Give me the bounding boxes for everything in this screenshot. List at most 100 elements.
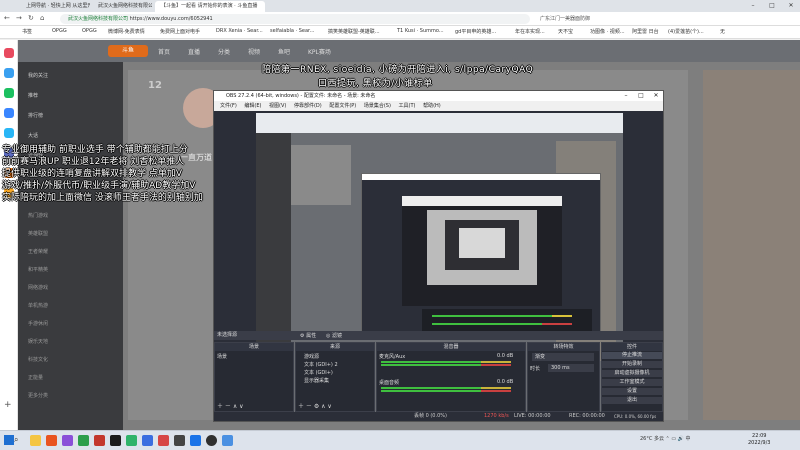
bookmark-item[interactable]: OPGG [82, 28, 97, 34]
sidebar-item[interactable]: 娱乐天地 [28, 338, 48, 345]
app-icon[interactable] [4, 128, 14, 138]
bookmark-item[interactable]: T1 Kusi · Summo... [397, 28, 444, 34]
maximize-icon[interactable]: □ [763, 0, 781, 12]
sidebar-item[interactable]: 网络游戏 [28, 284, 48, 291]
url-input[interactable]: 武汉火鱼网络科技有限公司 https://www.douyu.com/60529… [60, 14, 530, 24]
app-icon[interactable] [110, 435, 121, 446]
bookmark-item[interactable]: 阿里雷 日台 [632, 28, 659, 35]
sidebar-item[interactable]: 推荐 [28, 92, 38, 99]
sidebar-item[interactable]: 英雄联盟 [28, 230, 48, 237]
bookmark-item[interactable]: 书签 [22, 28, 32, 35]
bookmark-item[interactable]: 功图像 · 视频... [590, 28, 625, 35]
browser-tab[interactable]: 武汉火鱼网络科技有限公司 [92, 1, 152, 12]
app-icon[interactable] [222, 435, 233, 446]
close-icon[interactable]: ✕ [782, 0, 800, 12]
menu-scene-collection[interactable]: 场景集合(S) [364, 103, 391, 109]
bookmark-item[interactable]: 免费网上面对电手 [160, 28, 200, 35]
browser-icon[interactable] [190, 435, 201, 446]
menu-tools[interactable]: 工具(T) [399, 103, 416, 109]
properties-button[interactable]: ⚙ 属性 [300, 332, 316, 341]
menu-profile[interactable]: 配置文件(P) [329, 103, 356, 109]
sidebar-item[interactable]: 大话 [28, 132, 38, 139]
app-icon[interactable] [46, 435, 57, 446]
menu-docks[interactable]: 停靠部件(D) [294, 103, 322, 109]
virtual-camera-button[interactable]: 启动虚拟摄像机 [602, 370, 662, 377]
source-item[interactable]: 文本 (GDI+) 2 [304, 361, 338, 368]
bookmark-item[interactable]: 无 [720, 28, 725, 35]
bookmark-item[interactable]: gd平目申的英雄... [455, 28, 496, 35]
douyu-logo[interactable]: 斗鱼 [108, 45, 148, 57]
bookmark-item[interactable]: 微博网-免费表情 [108, 28, 145, 35]
menu-view[interactable]: 视图(V) [269, 103, 286, 109]
nav-yuba[interactable]: 鱼吧 [278, 47, 290, 56]
duration-input[interactable]: 300 ms [548, 364, 594, 372]
transition-select[interactable]: 渐变 [532, 353, 594, 361]
clock[interactable]: 22:09 2022/9/3 [748, 433, 770, 447]
bookmark-item[interactable]: 搞笑英雄联盟-英雄联... [328, 28, 380, 35]
add-icon[interactable]: + [4, 400, 14, 410]
nav-video[interactable]: 视频 [248, 47, 260, 56]
file-explorer-icon[interactable] [30, 435, 41, 446]
system-tray[interactable]: 26°C 多云 ⌃ ▭ 🔊 中 [640, 435, 690, 442]
exit-button[interactable]: 退出 [602, 397, 662, 404]
wechat-icon[interactable] [126, 435, 137, 446]
app-icon[interactable] [4, 88, 14, 98]
search-icon[interactable]: ⌕ [14, 435, 18, 445]
close-icon[interactable]: ✕ [649, 91, 663, 101]
start-recording-button[interactable]: 开始录制 [602, 361, 662, 368]
minimize-icon[interactable]: – [744, 0, 762, 12]
app-icon[interactable] [94, 435, 105, 446]
app-icon[interactable] [158, 435, 169, 446]
bookmark-item[interactable]: DRX Xenia · Sear... [216, 28, 263, 34]
nav-category[interactable]: 分类 [218, 47, 230, 56]
filters-button[interactable]: ◎ 滤镜 [326, 332, 342, 341]
menu-help[interactable]: 帮助(H) [423, 103, 441, 109]
maximize-icon[interactable]: □ [634, 91, 648, 101]
app-icon[interactable] [78, 435, 89, 446]
bookmark-item[interactable]: selfaiabla · Sear... [270, 28, 314, 34]
windows-start-icon[interactable] [4, 435, 14, 445]
menu-edit[interactable]: 编辑(E) [244, 103, 261, 109]
source-item[interactable]: 文本 (GDI+) [304, 369, 333, 376]
studio-mode-button[interactable]: 工作室模式 [602, 379, 662, 386]
sidebar-item[interactable]: 单机热游 [28, 302, 48, 309]
scene-item[interactable]: 场景 [217, 353, 227, 360]
reload-icon[interactable]: ↻ [28, 14, 34, 22]
app-icon[interactable] [4, 108, 14, 118]
app-icon[interactable] [4, 48, 14, 58]
app-icon[interactable] [174, 435, 185, 446]
sidebar-item[interactable]: 排行榜 [28, 112, 43, 119]
home-icon[interactable]: ⌂ [40, 14, 44, 22]
browser-tab-active[interactable]: 【斗鱼】一起看 请开始你的表演 · 斗鱼直播 [155, 1, 265, 12]
bookmark-item[interactable]: 年在本实现... [515, 28, 545, 35]
app-icon[interactable] [142, 435, 153, 446]
sidebar-item[interactable]: 我的关注 [28, 72, 48, 79]
bookmark-item[interactable]: OPGG [52, 28, 67, 34]
app-icon[interactable] [4, 68, 14, 78]
forward-icon[interactable]: → [16, 14, 22, 22]
sidebar-item[interactable]: 正能量 [28, 374, 43, 381]
source-item[interactable]: 显示器采集 [304, 377, 329, 384]
app-icon[interactable] [62, 435, 73, 446]
nav-home[interactable]: 首页 [158, 47, 170, 56]
add-scene-icon[interactable]: ＋ － ∧ ∨ [217, 401, 244, 410]
bookmark-item[interactable]: 天不宝 [558, 28, 573, 35]
bookmark-item[interactable]: (4)爱莲苗(个)... [668, 28, 704, 35]
sidebar-item[interactable]: 科技文化 [28, 356, 48, 363]
minimize-icon[interactable]: – [619, 91, 633, 101]
obs-icon[interactable] [206, 435, 217, 446]
menu-file[interactable]: 文件(F) [220, 103, 237, 109]
sidebar-item[interactable]: 和平精英 [28, 266, 48, 273]
back-icon[interactable]: ← [4, 14, 10, 22]
browser-tab[interactable]: 上网导航 · 轻快上网 从这里开始 [20, 1, 90, 12]
sidebar-item[interactable]: 热门游戏 [28, 212, 48, 219]
settings-button[interactable]: 设置 [602, 388, 662, 395]
nav-live[interactable]: 直播 [188, 47, 200, 56]
source-item[interactable]: 游戏源 [304, 353, 319, 360]
sidebar-item[interactable]: 更多分类 [28, 392, 48, 399]
stop-stream-button[interactable]: 停止推流 [602, 352, 662, 359]
add-source-icon[interactable]: ＋ － ⚙ ∧ ∨ [298, 401, 332, 410]
sidebar-item[interactable]: 手游休闲 [28, 320, 48, 327]
nav-kpl[interactable]: KPL赛场 [308, 47, 331, 56]
sidebar-item[interactable]: 王者荣耀 [28, 248, 48, 255]
